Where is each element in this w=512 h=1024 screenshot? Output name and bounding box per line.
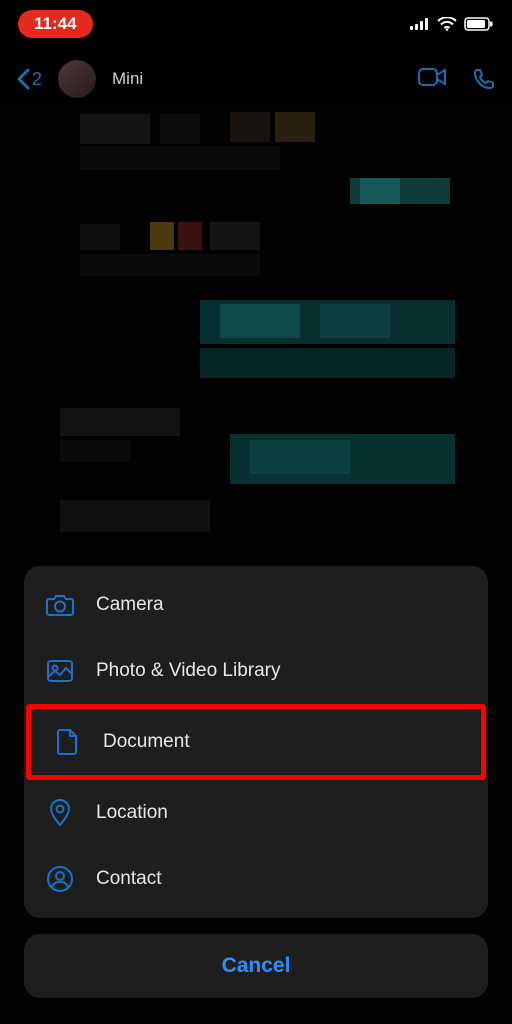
cellular-icon [410, 18, 430, 30]
status-time: 11:44 [18, 10, 93, 38]
option-label: Contact [96, 868, 161, 890]
photo-icon [46, 657, 74, 685]
contact-icon [46, 865, 74, 893]
option-label: Document [103, 731, 190, 753]
attachment-sheet: Camera Photo & Video Library Document Lo… [24, 566, 488, 998]
back-button[interactable]: 2 [16, 68, 42, 90]
voice-call-icon[interactable] [472, 67, 496, 91]
option-camera[interactable]: Camera [24, 572, 488, 638]
chat-header: 2 Mini [0, 54, 512, 104]
contact-name[interactable]: Mini [112, 69, 143, 89]
cancel-button[interactable]: Cancel [24, 934, 488, 998]
option-label: Location [96, 802, 168, 824]
option-contact[interactable]: Contact [24, 846, 488, 912]
back-badge: 2 [32, 69, 42, 90]
camera-icon [46, 591, 74, 619]
wifi-icon [437, 17, 457, 31]
option-document[interactable]: Document [26, 704, 486, 780]
document-icon [53, 728, 81, 756]
status-bar: 11:44 [0, 0, 512, 48]
status-icons [410, 17, 494, 31]
avatar[interactable] [58, 60, 96, 98]
header-actions [418, 67, 496, 91]
option-label: Photo & Video Library [96, 660, 281, 682]
video-call-icon[interactable] [418, 67, 448, 91]
battery-icon [464, 17, 494, 31]
attachment-options: Camera Photo & Video Library Document Lo… [24, 566, 488, 918]
option-photo-library[interactable]: Photo & Video Library [24, 638, 488, 704]
option-location[interactable]: Location [24, 780, 488, 846]
location-icon [46, 799, 74, 827]
option-label: Camera [96, 594, 164, 616]
